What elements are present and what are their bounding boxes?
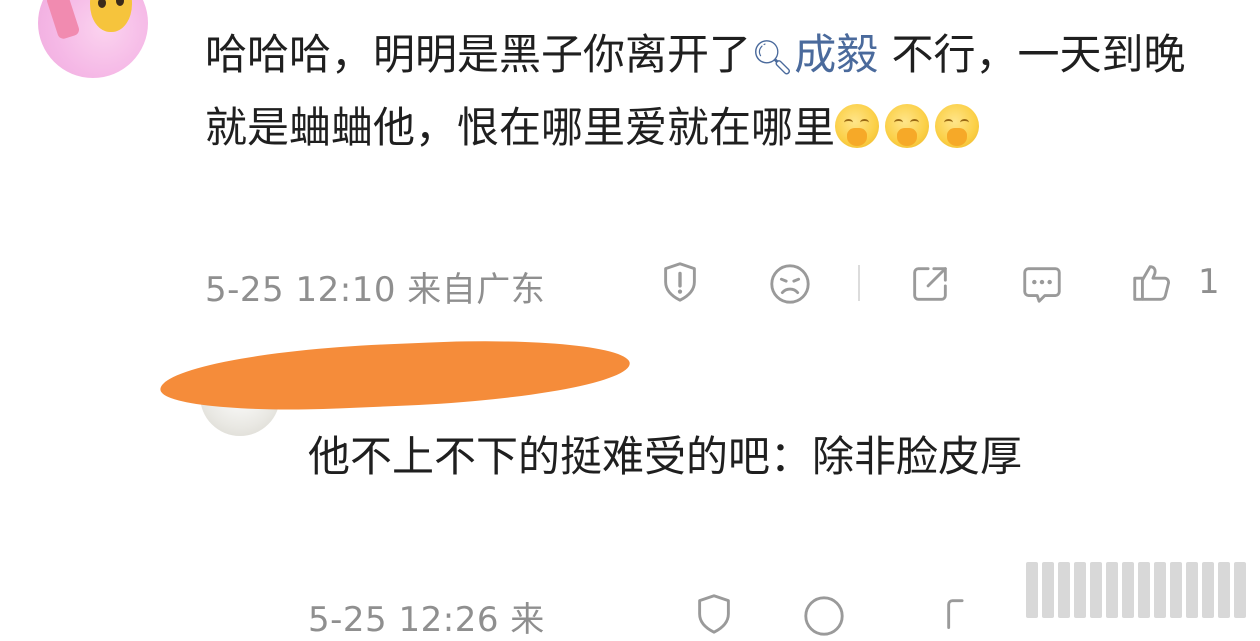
laugh-cover-mouth-emoji [835,104,880,148]
sad-face-icon[interactable] [800,592,848,640]
divider [858,265,860,301]
watermark [1026,558,1246,622]
search-icon: 🔍︎ [751,38,795,78]
laugh-cover-mouth-emoji [935,104,980,148]
laugh-cover-mouth-emoji [885,104,930,148]
location: 来 [510,600,545,640]
timestamp: 5-25 12:10 [205,270,396,310]
report-icon[interactable] [690,590,738,638]
report-icon[interactable] [656,258,704,306]
comment-icon[interactable] [1018,260,1066,308]
avatar[interactable] [38,0,148,78]
topic-label: 成毅 [794,30,879,79]
location: 来自广东 [407,270,546,310]
reply-text: 他不上不下的挺难受的吧：除非脸皮厚 [308,432,1023,481]
redaction-scribble [158,333,632,417]
timestamp: 5-25 12:26 [308,600,499,640]
like-count: 1 [1198,262,1220,302]
comment-text: 哈哈哈，明明是黑子你离开了🔍︎成毅 不行，一天到晚就是蛐蛐他，恨在哪里爱就在哪里 [205,20,1215,163]
reply-meta: 5-25 12:26 来 [308,592,545,641]
topic-link[interactable]: 🔍︎成毅 [751,30,878,79]
share-icon[interactable] [940,592,988,640]
comment-text-part: 哈哈哈，明明是黑子你离开了 [205,30,752,79]
sad-face-icon[interactable] [766,260,814,308]
share-icon[interactable] [906,260,954,308]
thumbs-up-icon[interactable] [1128,258,1176,306]
comment-meta: 5-25 12:10 来自广东 [205,262,545,311]
